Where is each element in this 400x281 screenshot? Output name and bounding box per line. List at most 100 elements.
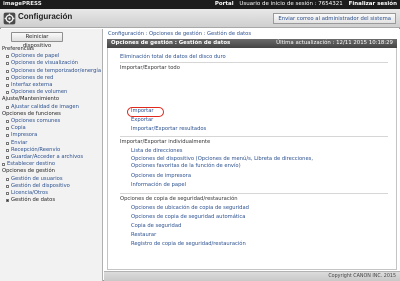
bullet-icon — [6, 177, 9, 181]
sidebar-item-label: Impresora — [11, 132, 38, 139]
sidebar-item-opciones-de-red[interactable]: Opciones de red — [0, 75, 103, 82]
brand-name: imagePRESS — [3, 1, 42, 7]
page-header: Configuración Enviar correo al administr… — [0, 9, 400, 28]
top-bar: imagePRESS Portal Usuario de inicio de s… — [0, 0, 400, 9]
bullet-icon — [6, 199, 9, 203]
sidebar-item-label: Copia — [11, 125, 26, 132]
page-title: Configuración — [18, 12, 73, 21]
auto-backup-link[interactable]: Opciones de copia de seguridad automátic… — [131, 214, 245, 221]
sidebar-item-label: Gestión del dispositivo — [11, 182, 70, 189]
bullet-icon — [6, 192, 9, 196]
bullet-icon — [6, 91, 9, 95]
sidebar-item-enviar[interactable]: Enviar — [0, 140, 103, 147]
bullet-icon — [6, 141, 9, 145]
export-link[interactable]: Exportar — [131, 117, 153, 124]
sidebar-item-label: Enviar — [11, 139, 28, 146]
restore-link[interactable]: Restaurar — [131, 232, 156, 239]
portal-link[interactable]: Portal — [215, 1, 234, 7]
device-settings-link[interactable]: Opciones del dispositivo (Opciones de me… — [131, 156, 317, 169]
sidebar-item-recepcion-reenvio[interactable]: Recepción/Reenvío — [0, 147, 103, 154]
breadcrumb[interactable]: Configuración : Opciones de gestión : Ge… — [108, 31, 251, 37]
sidebar-item-gestion-de-usuarios[interactable]: Gestión de usuarios — [0, 176, 103, 183]
sidebar-item-opciones-de-volumen[interactable]: Opciones de volumen — [0, 89, 103, 96]
sidebar-item-gestion-del-dispositivo[interactable]: Gestión del dispositivo — [0, 183, 103, 190]
import-export-all-heading: Importar/Exportar todo — [120, 65, 180, 71]
top-bar-links: Portal Usuario de inicio de sesión : 765… — [215, 0, 397, 9]
sidebar-menu: Preferencias Opciones de papel Opciones de… — [0, 46, 103, 204]
backup-location-link[interactable]: Opciones de ubicación de copia de seguri… — [131, 205, 249, 212]
footer: Copyright CANON INC. 2015 — [104, 271, 400, 281]
sidebar-section-opciones-de-gestion: Opciones de gestión — [0, 168, 103, 175]
bullet-icon — [6, 127, 9, 131]
bullet-icon — [6, 62, 9, 66]
sidebar-item-label: Opciones de visualización — [11, 60, 79, 67]
divider — [120, 193, 388, 194]
login-user-info: Usuario de inicio de sesión : 7654321 — [239, 1, 343, 7]
bullet-icon — [6, 69, 9, 73]
bullet-icon — [6, 148, 9, 152]
bullet-icon — [6, 134, 9, 138]
restart-device-button[interactable]: Reiniciar dispositivo — [11, 32, 63, 49]
sidebar-item-opciones-comunes[interactable]: Opciones comunes — [0, 118, 103, 125]
sidebar-item-label: Opciones de temporizador/energía — [11, 68, 102, 75]
sidebar-item-interfaz-externa[interactable]: Interfaz externa — [0, 82, 103, 89]
bullet-icon — [6, 105, 9, 109]
mail-admin-button[interactable]: Enviar correo al administrador del siste… — [273, 13, 396, 24]
bullet-icon — [6, 184, 9, 188]
backup-restore-heading: Opciones de copia de seguridad/restaurac… — [120, 196, 238, 202]
sidebar-item-label: Opciones de funciones — [2, 110, 61, 117]
bullet-icon — [6, 120, 9, 124]
sidebar-item-copia[interactable]: Copia — [0, 125, 103, 132]
sidebar-item-label: Preferencias — [2, 46, 34, 52]
divider — [120, 62, 388, 63]
sidebar-item-guardar-acceder-a-archivos[interactable]: Guardar/Acceder a archivos — [0, 154, 103, 161]
bullet-icon — [6, 84, 9, 87]
panel-header: Opciones de gestión : Gestión de datos Ú… — [107, 39, 397, 48]
sidebar-item-impresora[interactable]: Impresora — [0, 132, 103, 139]
sidebar-item-gestion-de-datos[interactable]: Gestión de datos — [0, 197, 103, 204]
main-content: Configuración : Opciones de gestión : Ge… — [104, 29, 400, 281]
logout-link[interactable]: Finalizar sesión — [349, 1, 397, 7]
sidebar-item-label: Ajuste/Mantenimiento — [2, 96, 60, 103]
sidebar-item-ajustar-calidad-de-imagen[interactable]: Ajustar calidad de imagen — [0, 104, 103, 111]
sidebar-item-label: Opciones de gestión — [2, 168, 55, 175]
last-update-timestamp: Última actualización : 12/11 2015 10:18:… — [276, 40, 393, 46]
individual-import-export-heading: Importar/Exportar individualmente — [120, 139, 211, 145]
sidebar-item-label: Establecer destino — [7, 161, 56, 168]
bullet-icon — [6, 156, 9, 160]
sidebar-item-label: Recepción/Reenvío — [11, 146, 61, 153]
bullet-icon — [6, 76, 9, 80]
erase-hdd-link[interactable]: Eliminación total de datos del disco dur… — [120, 54, 226, 61]
sidebar-item-label: Opciones de red — [11, 74, 54, 81]
divider — [120, 136, 388, 137]
import-highlight-marker — [127, 107, 164, 117]
copyright-text: Copyright CANON INC. 2015 — [328, 274, 396, 279]
sidebar-item-label: Opciones de papel — [11, 53, 60, 60]
sidebar-item-label: Gestión de datos — [11, 197, 56, 204]
sidebar-item-label: Opciones comunes — [11, 118, 61, 125]
sidebar-item-label: Ajustar calidad de imagen — [11, 103, 79, 110]
backup-log-link[interactable]: Registro de copia de seguridad/restaurac… — [131, 241, 246, 248]
bullet-icon — [6, 55, 9, 59]
sidebar-section-preferencias: Preferencias — [0, 46, 103, 53]
panel-title: Opciones de gestión : Gestión de datos — [111, 40, 231, 46]
address-list-link[interactable]: Lista de direcciones — [131, 148, 182, 155]
sidebar-item-label: Licencia/Otros — [11, 190, 48, 197]
sidebar-item-opciones-de-visualizacion[interactable]: Opciones de visualización — [0, 60, 103, 67]
gear-icon — [3, 12, 16, 25]
data-management-panel: Eliminación total de datos del disco dur… — [107, 48, 397, 270]
sidebar: Reiniciar dispositivo Preferencias Opcion… — [0, 29, 103, 281]
sidebar-item-label: Gestión de usuarios — [11, 175, 63, 182]
sidebar-item-label: Guardar/Acceder a archivos — [11, 154, 84, 161]
sidebar-section-opciones-de-funciones: Opciones de funciones — [0, 111, 103, 118]
sidebar-item-opciones-de-temporizador-energia[interactable]: Opciones de temporizador/energía — [0, 68, 103, 75]
paper-info-link[interactable]: Información de papel — [131, 182, 186, 189]
backup-link[interactable]: Copia de seguridad — [131, 223, 181, 230]
sidebar-item-establecer-destino[interactable]: Establecer destino — [0, 161, 103, 168]
printer-settings-link[interactable]: Opciones de impresora — [131, 173, 191, 180]
bullet-icon — [2, 163, 5, 167]
sidebar-item-label: Interfaz externa — [11, 82, 53, 88]
import-export-results-link[interactable]: Importar/Exportar resultados — [131, 126, 206, 133]
sidebar-section-ajuste-mantenimiento: Ajuste/Mantenimiento — [0, 96, 103, 103]
sidebar-item-label: Opciones de volumen — [11, 89, 68, 96]
